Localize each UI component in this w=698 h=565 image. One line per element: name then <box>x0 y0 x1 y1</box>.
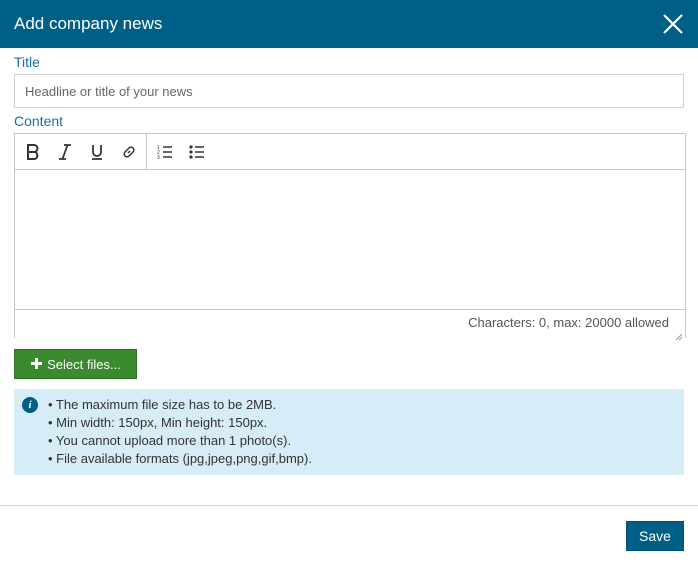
footer-divider <box>0 505 698 506</box>
title-label: Title <box>14 54 40 70</box>
content-textarea[interactable] <box>15 170 685 309</box>
editor-toolbar: 123 <box>15 134 685 170</box>
unordered-list-icon[interactable] <box>187 142 207 162</box>
select-files-button[interactable]: Select files... <box>14 349 137 379</box>
toolbar-separator <box>146 134 147 169</box>
character-count: Characters: 0, max: 20000 allowed <box>468 315 669 330</box>
title-input[interactable] <box>14 74 684 108</box>
upload-rule: • You cannot upload more than 1 photo(s)… <box>48 433 292 448</box>
editor-statusbar: Characters: 0, max: 20000 allowed <box>15 309 685 341</box>
svg-text:3: 3 <box>157 155 160 160</box>
dialog-title: Add company news <box>14 14 163 33</box>
info-icon: i <box>22 397 38 413</box>
save-button[interactable]: Save <box>626 521 684 551</box>
resize-handle-icon[interactable] <box>675 328 683 341</box>
upload-rule: • File available formats (jpg,jpeg,png,g… <box>48 451 312 466</box>
dialog-header: Add company news <box>0 0 698 48</box>
upload-rule: • The maximum file size has to be 2MB. <box>48 397 277 412</box>
upload-rule: • Min width: 150px, Min height: 150px. <box>48 415 268 430</box>
close-icon[interactable] <box>662 13 684 35</box>
upload-info-box: i • The maximum file size has to be 2MB.… <box>14 389 684 475</box>
ordered-list-icon[interactable]: 123 <box>155 142 175 162</box>
bold-icon[interactable] <box>23 142 43 162</box>
italic-icon[interactable] <box>55 142 75 162</box>
content-label: Content <box>14 113 64 129</box>
plus-icon <box>30 355 43 373</box>
select-files-label: Select files... <box>47 356 121 372</box>
link-icon[interactable] <box>119 142 139 162</box>
content-editor: 123 Characters: 0, max: 20000 allowed <box>14 133 686 341</box>
upload-rules-list: • The maximum file size has to be 2MB. •… <box>48 396 312 468</box>
underline-icon[interactable] <box>87 142 107 162</box>
